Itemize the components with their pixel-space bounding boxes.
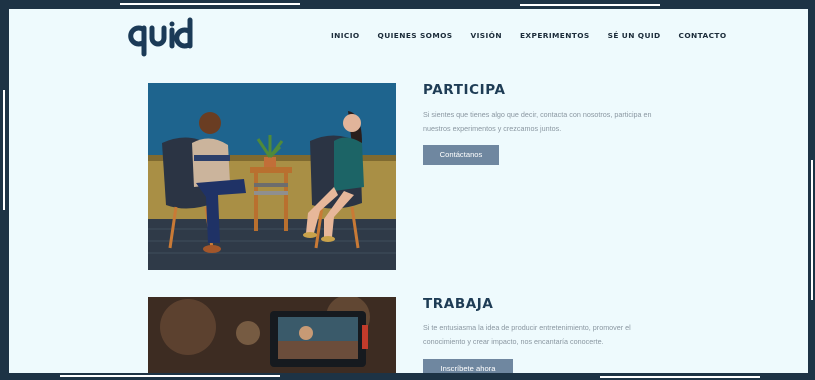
nav-vision[interactable]: VISIÓN: [471, 31, 502, 40]
participa-title: PARTICIPA: [423, 82, 506, 98]
contactanos-button[interactable]: Contáctanos: [423, 145, 499, 165]
frame-scratch: [3, 90, 5, 210]
participa-text-line-2: nuestros experimentos y crezcamos juntos…: [423, 123, 562, 133]
trabaja-photo: [148, 297, 396, 376]
quid-logo[interactable]: quid: [126, 16, 206, 58]
nav-experimentos[interactable]: EXPERIMENTOS: [520, 31, 590, 40]
participa-text: Si sientes que tienes algo que decir, co…: [423, 108, 693, 135]
nav-quienes-somos[interactable]: QUIENES SOMOS: [378, 31, 453, 40]
main-nav: INICIO QUIENES SOMOS VISIÓN EXPERIMENTOS…: [331, 31, 745, 40]
frame-scratch: [811, 160, 813, 300]
participa-text-line-1: Si sientes que tienes algo que decir, co…: [423, 110, 652, 119]
nav-contacto[interactable]: CONTACTO: [679, 31, 727, 40]
frame-scratch: [120, 3, 300, 5]
frame-scratch: [60, 375, 280, 377]
frame-scratch: [520, 4, 660, 6]
trabaja-text-line-1: Si te entusiasma la idea de producir ent…: [423, 323, 631, 332]
trabaja-text: Si te entusiasma la idea de producir ent…: [423, 321, 693, 348]
trabaja-title: TRABAJA: [423, 296, 494, 312]
frame-scratch: [600, 376, 760, 378]
nav-se-un-quid[interactable]: SÉ UN QUID: [608, 31, 661, 40]
trabaja-text-line-2: conocimiento y crear impacto, nos encant…: [423, 336, 604, 346]
nav-inicio[interactable]: INICIO: [331, 31, 360, 40]
page-frame: quid INICIO QUIENES SOMOS VISIÓN EXPERIM…: [8, 8, 808, 376]
participa-photo: [148, 83, 396, 270]
